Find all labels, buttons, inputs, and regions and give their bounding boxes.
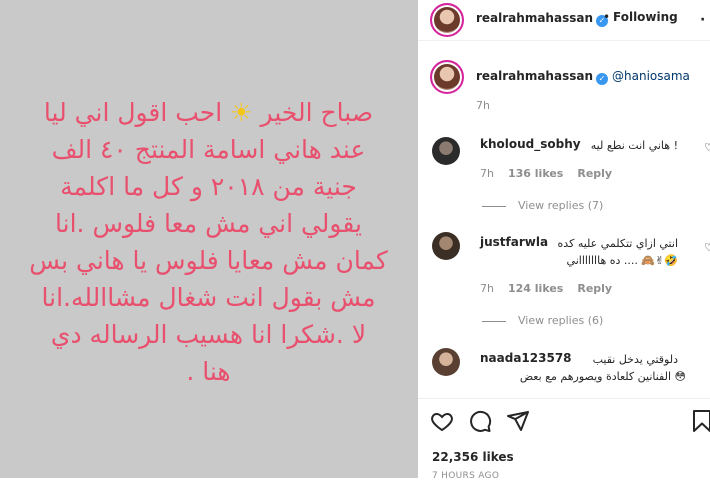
post-text: صباح الخير ☀ احب اقول اني ليا عند هاني ا… (6, 94, 411, 390)
following-button[interactable]: Following (613, 10, 678, 24)
comment-2-reply[interactable]: Reply (577, 282, 612, 295)
comment-2-text-line-2: 🤣✌🙈 .... ده هاااااااني (566, 254, 678, 267)
comment-3-avatar[interactable] (432, 348, 460, 376)
post-line-6: مش بقول انت شغال مشاالله.انا (41, 283, 376, 312)
caption-username-text[interactable]: realrahmahassan (476, 69, 593, 83)
comment-3-username[interactable]: naada123578 (480, 351, 572, 365)
post-header: realrahmahassan ✓ • Following · (418, 0, 710, 41)
comment-2-meta: 7h 124 likes Reply (480, 282, 626, 295)
post-line-5: كمان مش معايا فلوس يا هاني بس (29, 246, 388, 275)
post-line-7: لا .شكرا انا هسيب الرساله دي (50, 320, 367, 349)
comment-1-avatar[interactable] (432, 137, 460, 165)
post-line-1: صباح الخير ☀ احب اقول اني ليا (6, 94, 411, 131)
post-time-ago[interactable]: 7 HOURS AGO (432, 471, 499, 481)
comment-3-text-line-2: 😳 الفنانين كلعادة ويصورهم مع بعض (519, 370, 686, 383)
comment-1-likes[interactable]: 136 likes (508, 167, 563, 180)
post-actions (418, 398, 710, 447)
post-image[interactable]: صباح الخير ☀ احب اقول اني ليا عند هاني ا… (0, 0, 418, 478)
replies-line-2 (482, 320, 506, 322)
header-separator: • (603, 10, 611, 24)
comment-2-time: 7h (480, 282, 494, 295)
ellipsis-icon[interactable]: · (700, 12, 706, 28)
comment-1-view-replies-label[interactable]: View replies (7) (518, 199, 603, 212)
share-icon[interactable] (506, 409, 530, 433)
post-line-1-a: صباح الخير (260, 98, 374, 127)
comment-2-username[interactable]: justfarwla (480, 235, 548, 249)
comment-icon[interactable] (468, 409, 492, 433)
comment-2-avatar[interactable] (432, 232, 460, 260)
likes-count[interactable]: 22,356 likes (432, 450, 514, 464)
post-side-panel: realrahmahassan ✓ • Following · realrahma… (418, 0, 710, 481)
post-line-2: عند هاني اسامة المنتج ٤٠ الف (51, 135, 366, 164)
bookmark-icon[interactable] (690, 409, 710, 433)
heart-icon[interactable] (430, 409, 454, 433)
caption-avatar[interactable] (430, 60, 464, 94)
comment-1-text: ! هاني انت نطع ليه (590, 139, 678, 152)
caption-mention[interactable]: @haniosama (612, 69, 690, 83)
author-username-text[interactable]: realrahmahassan (476, 11, 593, 25)
comment-2-view-replies-label[interactable]: View replies (6) (518, 314, 603, 327)
comment-2-text-line-1: انتي ازاي تتكلمي عليه كده (557, 237, 678, 250)
comment-1-time: 7h (480, 167, 494, 180)
comment-2-like-icon[interactable]: ♡ (704, 241, 710, 254)
comment-2-likes[interactable]: 124 likes (508, 282, 563, 295)
caption-time: 7h (476, 99, 490, 112)
post-line-1-b: احب اقول اني ليا (43, 98, 223, 127)
sun-emoji-icon: ☀ (230, 98, 253, 127)
comment-1-like-icon[interactable]: ♡ (704, 141, 710, 154)
comment-1-username[interactable]: kholoud_sobhy (480, 137, 581, 151)
caption-username[interactable]: realrahmahassan ✓ (476, 69, 608, 85)
post-line-8: هنا . (186, 357, 231, 386)
post-line-4: يقولي اني مش معا فلوس .انا (55, 209, 362, 238)
caption-verified-icon: ✓ (596, 73, 608, 85)
comment-3-text-line-1: دلوقتي يدخل نقيب (592, 353, 678, 366)
comment-1-reply[interactable]: Reply (577, 167, 612, 180)
comment-1-meta: 7h 136 likes Reply (480, 167, 626, 180)
author-username[interactable]: realrahmahassan ✓ (476, 11, 608, 27)
comment-2-view-replies[interactable]: View replies (6) (482, 314, 603, 327)
post-line-3: جنية من ٢٠١٨ و كل ما اكلمة (60, 172, 357, 201)
replies-line (482, 205, 506, 207)
author-avatar[interactable] (430, 3, 464, 37)
comment-1-view-replies[interactable]: View replies (7) (482, 199, 603, 212)
